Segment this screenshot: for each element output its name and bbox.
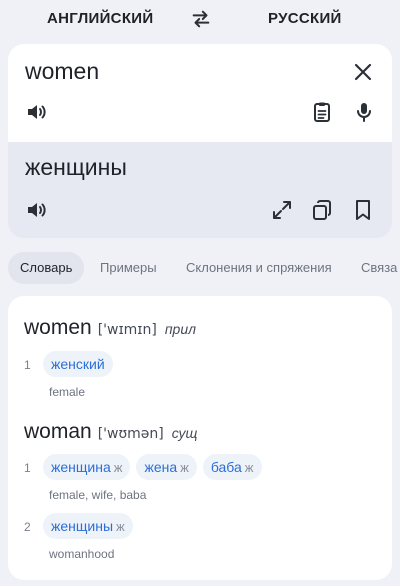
result-tabs: Словарь Примеры Склонения и спряжения Св… <box>0 252 400 284</box>
swap-languages-icon[interactable] <box>190 8 212 30</box>
translation-word: жена <box>144 459 178 475</box>
transcription: ['wʊmən] <box>97 426 164 442</box>
translation-word: женщины <box>51 518 114 534</box>
speaker-icon[interactable] <box>25 198 49 222</box>
expand-icon[interactable] <box>270 198 294 222</box>
gender-label: ж <box>113 460 123 475</box>
transcription: ['wɪmɪn] <box>97 322 157 338</box>
translation-chip[interactable]: женщина ж <box>43 454 131 480</box>
language-bar: АНГЛИЙСКИЙ РУССКИЙ <box>0 0 400 40</box>
translation-word: женский <box>51 356 105 372</box>
translation-chip[interactable]: женский <box>43 351 113 377</box>
input-panel: women <box>8 44 392 142</box>
close-icon[interactable] <box>351 60 375 84</box>
gender-label: ж <box>116 519 125 534</box>
clipboard-icon[interactable] <box>310 100 334 124</box>
translation-chip[interactable]: баба ж <box>202 454 262 480</box>
gender-label: ж <box>244 460 254 475</box>
target-language-button[interactable]: РУССКИЙ <box>268 10 342 27</box>
entry-header: woman ['wʊmən] сущ <box>24 420 197 444</box>
entry-header: women ['wɪmɪn] прил <box>24 316 196 340</box>
part-of-speech: прил <box>164 321 197 337</box>
translation-chips: женский <box>43 351 113 377</box>
translation-chip[interactable]: женщины ж <box>43 513 133 539</box>
headword: women <box>24 316 92 339</box>
headword: woman <box>24 420 92 443</box>
translation-chip[interactable]: жена ж <box>136 454 197 480</box>
translation-chips: женщина ж жена ж баба ж <box>43 454 262 480</box>
source-language-button[interactable]: АНГЛИЙСКИЙ <box>47 10 153 27</box>
translation-word: баба <box>210 459 242 475</box>
bookmark-icon[interactable] <box>351 198 375 222</box>
microphone-icon[interactable] <box>352 100 376 124</box>
sense-number: 1 <box>24 461 31 475</box>
tab-related[interactable]: Связа <box>349 252 400 284</box>
gender-label: ж <box>180 460 189 475</box>
translation-text: женщины <box>25 154 127 180</box>
sense-gloss: womanhood <box>49 547 115 561</box>
dictionary-card: women ['wɪmɪn] прил 1 женский female woman… <box>8 296 392 580</box>
copy-icon[interactable] <box>310 198 334 222</box>
sense-gloss: female, wife, baba <box>49 488 147 502</box>
tab-conjugations[interactable]: Склонения и спряжения <box>174 252 344 284</box>
tab-examples[interactable]: Примеры <box>88 252 169 284</box>
source-text-input[interactable]: women <box>25 58 99 85</box>
sense-gloss: female <box>49 385 86 399</box>
tab-dictionary[interactable]: Словарь <box>8 252 85 284</box>
translation-word: женщина <box>51 459 111 475</box>
translation-panel: женщины <box>8 142 392 238</box>
part-of-speech: сущ <box>171 425 198 441</box>
sense-number: 1 <box>24 358 31 372</box>
translation-chips: женщины ж <box>43 513 133 539</box>
sense-number: 2 <box>24 520 31 534</box>
speaker-icon[interactable] <box>25 100 49 124</box>
